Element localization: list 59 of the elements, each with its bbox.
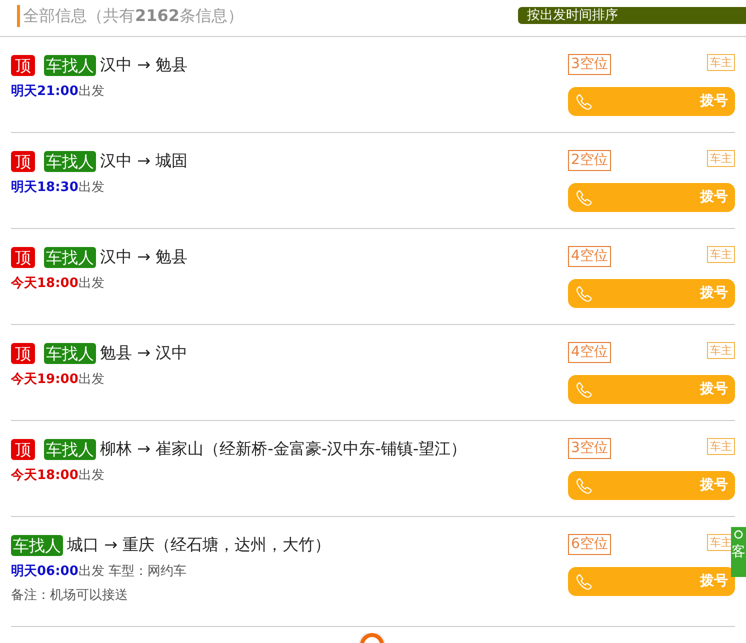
seats-tag: 4空位 — [568, 246, 611, 267]
dial-button[interactable]: 拨号 — [568, 375, 735, 404]
ring-icon[interactable] — [357, 633, 387, 643]
departure-label: 出发 — [78, 180, 104, 195]
departure-time: 今天18:00 — [11, 276, 78, 291]
seats-tag: 3空位 — [568, 438, 611, 459]
seats-tag: 4空位 — [568, 342, 611, 363]
sort-button[interactable]: 按出发时间排序 — [518, 7, 746, 24]
ride-type-tag: 车找人 — [44, 246, 96, 268]
role-tag: 车主 — [707, 54, 735, 71]
phone-icon — [576, 382, 592, 398]
departure-label: 出发 — [78, 564, 104, 579]
ride-type-tag: 车找人 — [44, 342, 96, 364]
route-text: 柳林 → 崔家山（经新桥-金富豪-汉中东-铺镇-望江） — [100, 438, 467, 460]
pinned-tag: 顶 — [11, 246, 35, 268]
dial-button[interactable]: 拨号 — [568, 183, 735, 212]
customer-service-tab[interactable]: 客 — [731, 527, 746, 577]
list-title: 全部信息（共有2162条信息） — [17, 5, 244, 27]
ride-type-tag: 车找人 — [44, 54, 96, 76]
dial-button[interactable]: 拨号 — [568, 471, 735, 500]
dial-button[interactable]: 拨号 — [568, 279, 735, 308]
role-tag: 车主 — [707, 246, 735, 263]
ride-type-tag: 车找人 — [11, 534, 63, 556]
departure-label: 出发 — [78, 84, 104, 99]
route-text: 勉县 → 汉中 — [100, 342, 188, 364]
departure-time: 明天18:30 — [11, 180, 78, 195]
route-text: 城口 → 重庆（经石塘，达州，大竹） — [67, 534, 331, 556]
phone-icon — [576, 94, 592, 110]
circle-icon — [734, 530, 743, 539]
car-type-text: 车型：网约车 — [108, 564, 187, 579]
departure-label: 出发 — [78, 372, 104, 387]
dial-button[interactable]: 拨号 — [568, 567, 735, 596]
role-tag: 车主 — [707, 342, 735, 359]
route-text: 汉中 → 勉县 — [100, 246, 188, 268]
pinned-tag: 顶 — [11, 150, 35, 172]
seats-tag: 3空位 — [568, 54, 611, 75]
role-tag: 车主 — [707, 438, 735, 455]
seats-tag: 2空位 — [568, 150, 611, 171]
seats-tag: 6空位 — [568, 534, 611, 555]
departure-time: 今天19:00 — [11, 372, 78, 387]
ride-type-tag: 车找人 — [44, 150, 96, 172]
phone-icon — [576, 190, 592, 206]
remark-text: 备注：机场可以接送 — [11, 587, 129, 605]
pinned-tag: 顶 — [11, 54, 35, 76]
departure-label: 出发 — [78, 276, 104, 291]
phone-icon — [576, 478, 592, 494]
route-text: 汉中 → 勉县 — [100, 54, 188, 76]
role-tag: 车主 — [707, 150, 735, 167]
phone-icon — [576, 286, 592, 302]
departure-time: 今天18:00 — [11, 468, 78, 483]
ride-type-tag: 车找人 — [44, 438, 96, 460]
pinned-tag: 顶 — [11, 438, 35, 460]
route-text: 汉中 → 城固 — [100, 150, 188, 172]
dial-button[interactable]: 拨号 — [568, 87, 735, 116]
departure-time: 明天21:00 — [11, 84, 78, 99]
pinned-tag: 顶 — [11, 342, 35, 364]
departure-time: 明天06:00 — [11, 564, 78, 579]
phone-icon — [576, 574, 592, 590]
departure-label: 出发 — [78, 468, 104, 483]
